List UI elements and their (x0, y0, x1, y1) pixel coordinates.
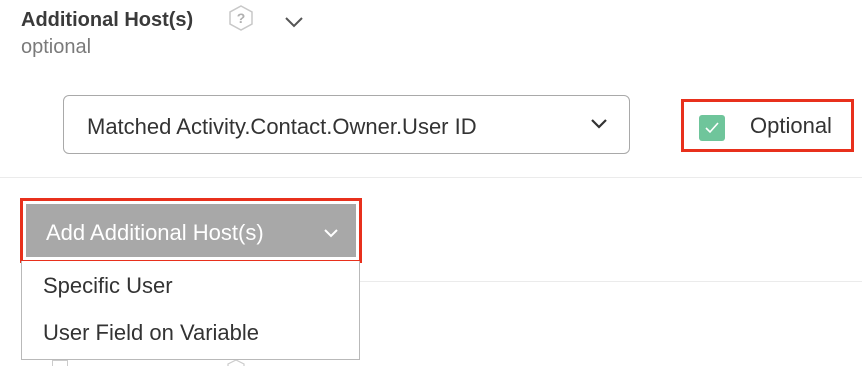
menu-item-specific-user[interactable]: Specific User (43, 273, 173, 299)
checkmark-icon (705, 122, 719, 134)
collapse-chevron-icon[interactable] (282, 13, 306, 31)
optional-toggle-highlight: Optional (681, 99, 854, 152)
chevron-down-icon (324, 229, 338, 238)
section-title: Additional Host(s) (21, 9, 194, 31)
partial-element (52, 360, 68, 366)
partial-help-icon (227, 360, 245, 366)
help-icon-glyph: ? (237, 10, 246, 26)
optional-label[interactable]: Optional (750, 113, 832, 139)
menu-item-user-field-on-variable[interactable]: User Field on Variable (43, 320, 259, 346)
add-host-dropdown-menu: Specific User User Field on Variable (21, 261, 360, 360)
host-field-select[interactable]: Matched Activity.Contact.Owner.User ID (63, 95, 630, 154)
host-field-select-value: Matched Activity.Contact.Owner.User ID (87, 114, 477, 139)
help-icon[interactable]: ? (228, 5, 254, 31)
divider (360, 281, 862, 282)
chevron-down-icon (591, 119, 607, 129)
optional-checkbox[interactable] (699, 115, 725, 141)
divider (0, 177, 862, 178)
add-host-highlight: Add Additional Host(s) (20, 198, 362, 263)
section-subtitle: optional (21, 36, 92, 58)
add-additional-hosts-label: Add Additional Host(s) (46, 220, 264, 245)
add-additional-hosts-button[interactable]: Add Additional Host(s) (26, 204, 356, 257)
